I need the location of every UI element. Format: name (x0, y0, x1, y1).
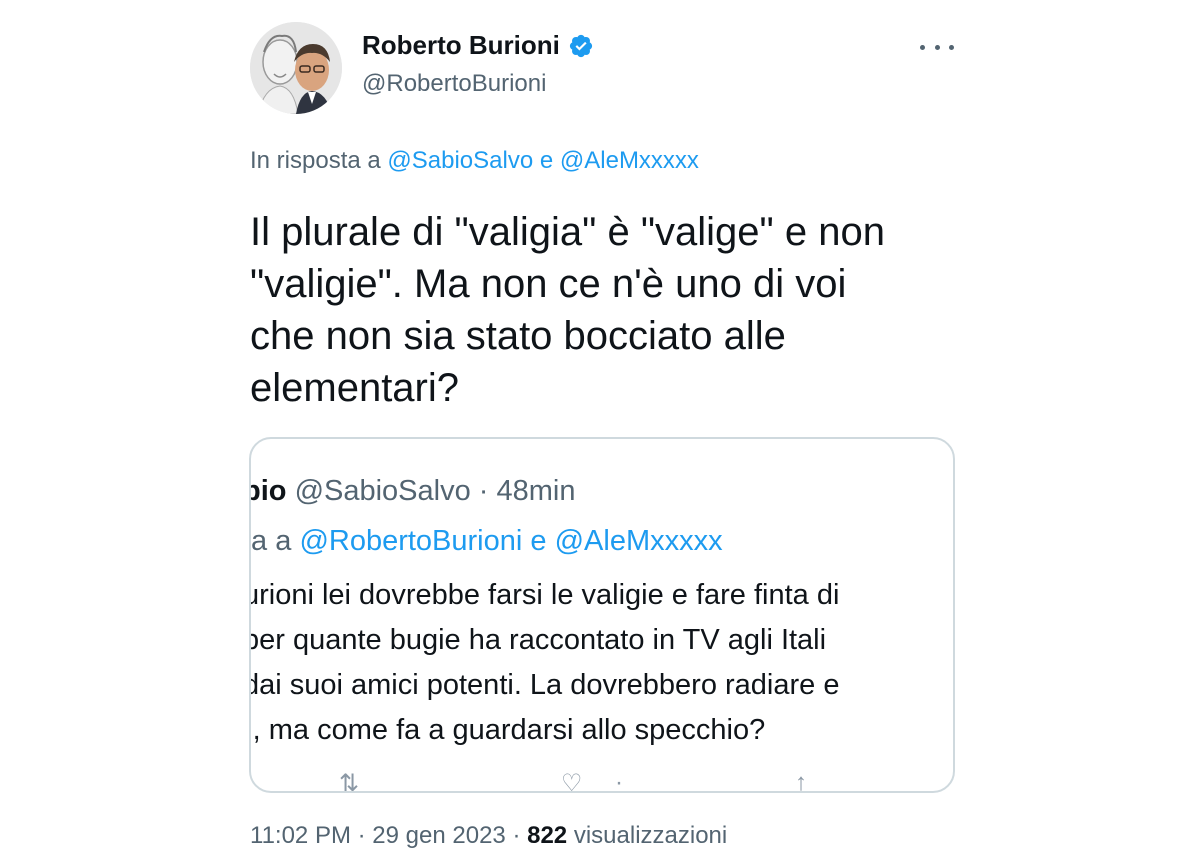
quoted-reply-mention-robertoburioni: @RobertoBurioni (299, 525, 523, 557)
views-count: 822 (527, 822, 568, 849)
quoted-tweet-header: bio @SabioSalvo · 48min (251, 475, 576, 508)
tweet-line: elementari? (250, 366, 460, 410)
verified-badge-icon (568, 33, 594, 59)
tweet-time[interactable]: 11:02 PM (250, 822, 351, 849)
avatar[interactable] (250, 22, 342, 114)
reply-mention-sabiosalvo[interactable]: @SabioSalvo (387, 147, 533, 174)
reply-prefix: In risposta a (250, 147, 381, 174)
tweet-meta: 11:02 PM · 29 gen 2023 · 822 visualizzaz… (250, 822, 727, 850)
quoted-reply-context: ta a @RobertoBurioni e @AleMxxxxx (251, 525, 723, 558)
quoted-tweet-body: urioni lei dovrebbe farsi le valigie e f… (249, 573, 840, 753)
author-name-text: Roberto Burioni (362, 30, 560, 60)
avatar-photo (250, 22, 342, 114)
reply-mention-alemxxxxx[interactable]: @AleMxxxxx (560, 147, 699, 174)
reply-context: In risposta a @SabioSalvo e @AleMxxxxx (250, 147, 699, 175)
quoted-reply-mention-alemxxxxx: @AleMxxxxx (554, 525, 723, 557)
quoted-time: 48min (496, 475, 576, 507)
quoted-line: dai suoi amici potenti. La dovrebbero ra… (249, 669, 840, 701)
quoted-reply-prefix: ta a (251, 525, 292, 557)
retweet-icon: ⇅ (339, 770, 360, 793)
quoted-author-handle: @SabioSalvo (294, 475, 471, 507)
quoted-author-name: bio (251, 475, 287, 507)
quoted-line: urioni lei dovrebbe farsi le valigie e f… (249, 579, 840, 611)
like-icon: ♡ (561, 770, 583, 793)
tweet-line: "valigie". Ma non ce n'è uno di voi (250, 262, 847, 306)
quoted-action-bar: ⇅ ♡ · ↑ (251, 769, 953, 793)
quoted-separator: · (478, 475, 489, 507)
quoted-line: ·, ma come fa a guardarsi allo specchio? (249, 714, 766, 746)
like-count-fragment: · (615, 769, 623, 793)
tweet-date[interactable]: 29 gen 2023 (372, 822, 505, 849)
author-name[interactable]: Roberto Burioni (362, 30, 594, 61)
tweet-text: Il plurale di "valigia" è "valige" e non… (250, 206, 970, 414)
share-icon: ↑ (795, 769, 807, 793)
meta-separator: · (512, 822, 521, 849)
views-label: visualizzazioni (573, 822, 728, 849)
quoted-tweet-image[interactable]: bio @SabioSalvo · 48min ta a @RobertoBur… (249, 437, 955, 793)
tweet-line: Il plurale di "valigia" è "valige" e non (250, 210, 885, 254)
meta-separator: · (357, 822, 366, 849)
reply-conjunction: e (539, 147, 554, 174)
quoted-line: per quante bugie ha raccontato in TV agl… (249, 624, 827, 656)
author-handle[interactable]: @RobertoBurioni (362, 70, 546, 98)
tweet-line: che non sia stato bocciato alle (250, 314, 786, 358)
more-options-icon[interactable] (920, 34, 954, 60)
quoted-reply-conjunction: e (530, 525, 547, 557)
